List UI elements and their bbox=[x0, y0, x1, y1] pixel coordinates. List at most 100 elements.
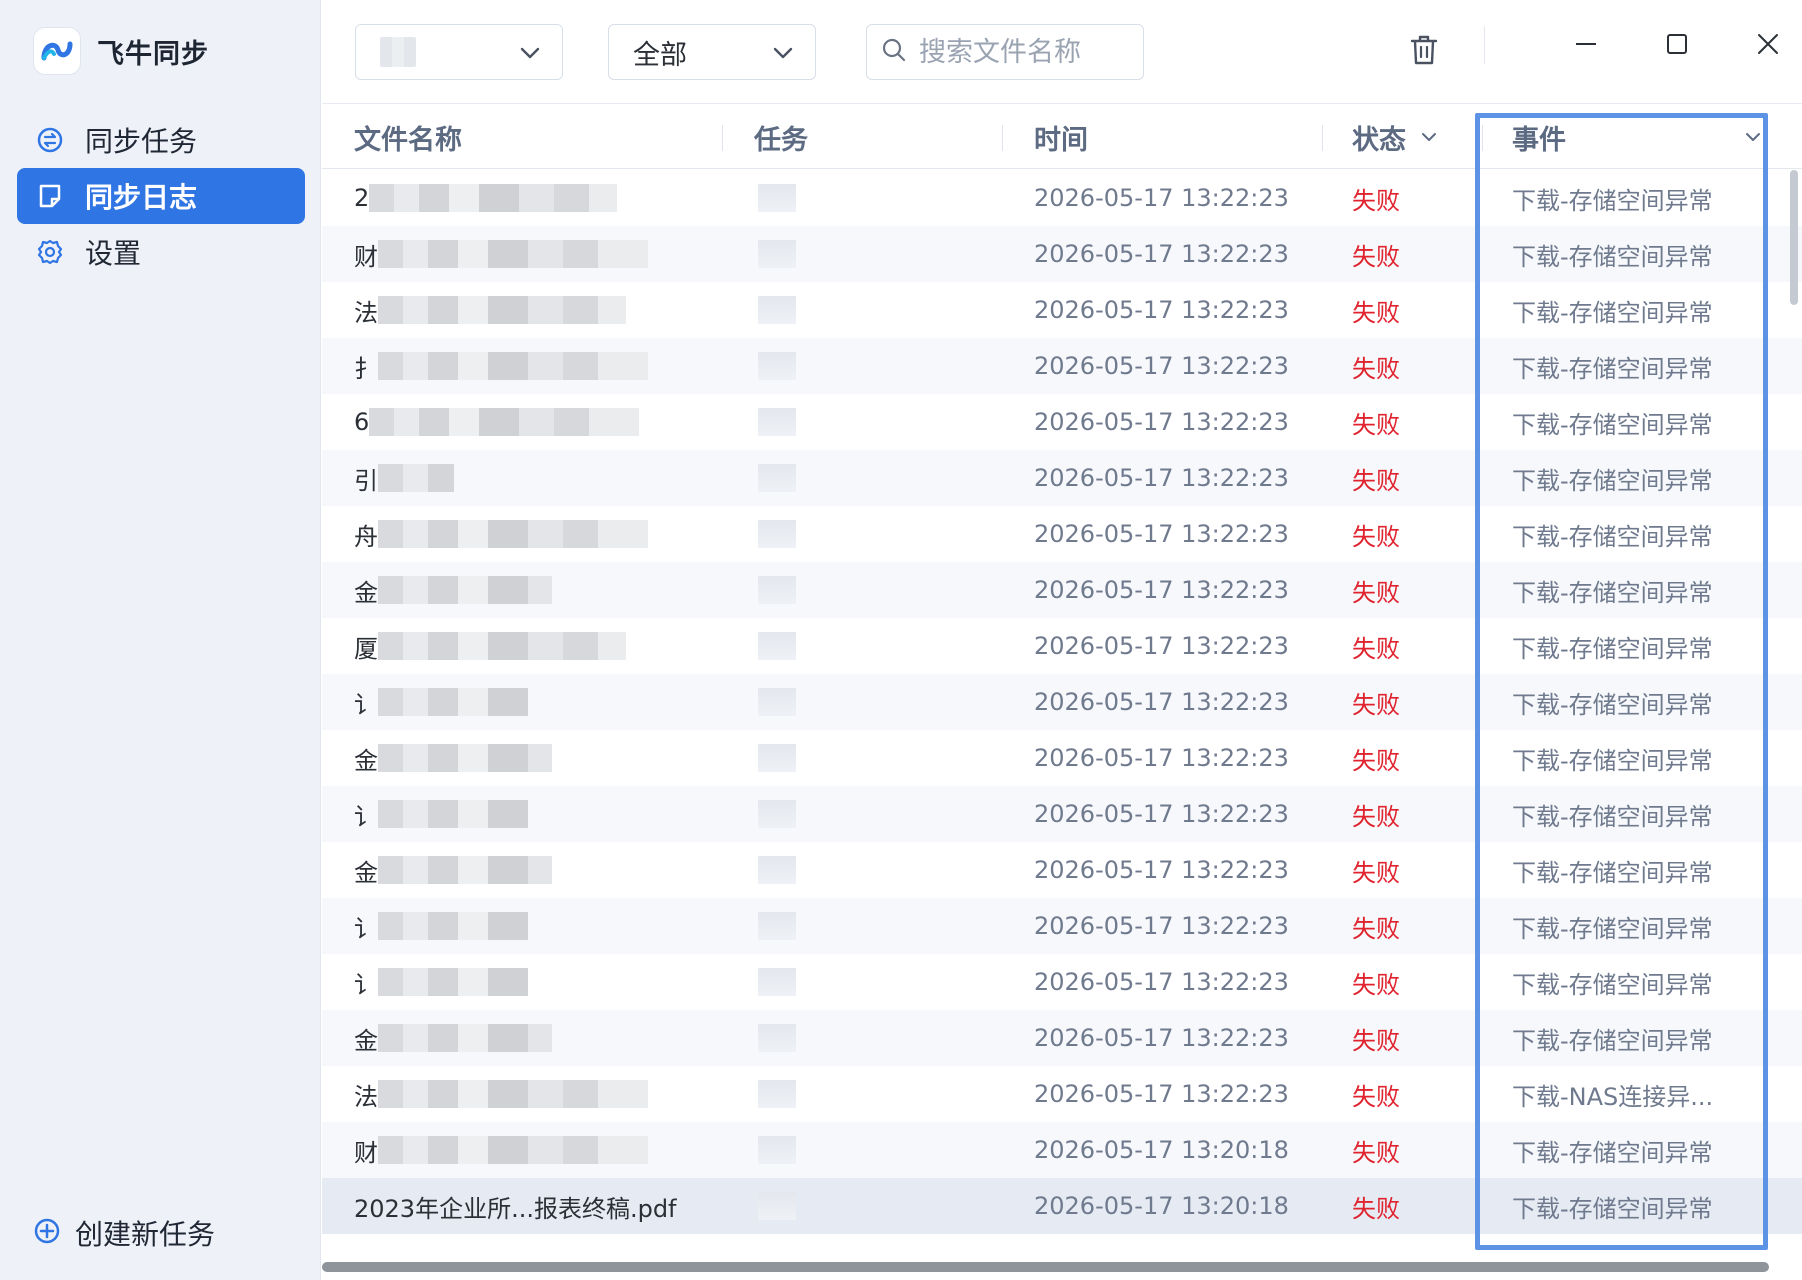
redacted-filename-mosaic bbox=[378, 240, 648, 268]
redacted-filename-mosaic bbox=[378, 744, 552, 772]
sidebar-item-label: 同步任务 bbox=[85, 125, 198, 158]
sidebar-item-settings[interactable]: 设置 bbox=[17, 224, 305, 280]
task-cell bbox=[754, 1178, 824, 1234]
column-divider[interactable] bbox=[1002, 125, 1003, 151]
task-cell bbox=[754, 674, 824, 730]
table-row[interactable]: 金 2026-05-17 13:22:23 失败 下载-存储空间异常 bbox=[322, 562, 1802, 618]
event-cell: 下载-存储空间异常 bbox=[1512, 1026, 1713, 1055]
task-cell bbox=[754, 1122, 824, 1178]
time-cell: 2026-05-17 13:22:23 bbox=[1034, 296, 1289, 324]
file-name-text: 扌 bbox=[354, 354, 378, 383]
file-name-cell: 金 bbox=[354, 562, 714, 618]
horizontal-scrollbar[interactable] bbox=[322, 1262, 1769, 1272]
time-cell: 2026-05-17 13:22:23 bbox=[1034, 800, 1289, 828]
redacted-task-mosaic bbox=[758, 520, 796, 548]
create-task-button[interactable]: 创建新任务 bbox=[33, 1213, 215, 1253]
column-header-status[interactable]: 状态 bbox=[1352, 105, 1438, 169]
close-icon[interactable] bbox=[1748, 24, 1788, 64]
file-name-text: 2 bbox=[354, 184, 370, 212]
redacted-filename-mosaic bbox=[378, 632, 626, 660]
redacted-filename-mosaic bbox=[369, 408, 640, 436]
file-name-text: 财 bbox=[354, 1138, 378, 1167]
task-cell bbox=[754, 338, 824, 394]
status-cell: 失败 bbox=[1352, 522, 1400, 551]
log-note-icon bbox=[35, 181, 65, 211]
column-header-task[interactable]: 任务 bbox=[754, 105, 808, 169]
chevron-down-icon bbox=[1420, 128, 1438, 146]
file-name-text: 6 bbox=[354, 408, 370, 436]
brand: 飞牛同步 bbox=[33, 27, 209, 75]
task-cell bbox=[754, 226, 824, 282]
redacted-task-mosaic bbox=[758, 464, 796, 492]
table-row[interactable]: 讠 2026-05-17 13:22:23 失败 下载-存储空间异常 bbox=[322, 786, 1802, 842]
trash-icon[interactable] bbox=[1404, 30, 1444, 70]
time-cell: 2026-05-17 13:22:23 bbox=[1034, 1024, 1289, 1052]
table-row[interactable]: 2 2026-05-17 13:22:23 失败 下载-存储空间异常 bbox=[322, 170, 1802, 226]
column-divider[interactable] bbox=[722, 125, 723, 151]
table-row[interactable]: 引 2026-05-17 13:22:23 失败 下载-存储空间异常 bbox=[322, 450, 1802, 506]
file-name-text: 法 bbox=[354, 1082, 378, 1111]
table-row[interactable]: 厦 2026-05-17 13:22:23 失败 下载-存储空间异常 bbox=[322, 618, 1802, 674]
column-header-time[interactable]: 时间 bbox=[1034, 105, 1088, 169]
redacted-task-mosaic bbox=[758, 632, 796, 660]
table-row[interactable]: 财 2026-05-17 13:22:23 失败 下载-存储空间异常 bbox=[322, 226, 1802, 282]
table-row[interactable]: 6 2026-05-17 13:22:23 失败 下载-存储空间异常 bbox=[322, 394, 1802, 450]
redacted-filename-mosaic bbox=[378, 296, 626, 324]
sidebar-item-label: 设置 bbox=[85, 237, 142, 270]
toolbar: 全部 bbox=[322, 0, 1802, 104]
vertical-scrollbar[interactable] bbox=[1790, 170, 1798, 305]
redacted-filename-mosaic bbox=[378, 800, 528, 828]
search-input[interactable] bbox=[919, 36, 1139, 68]
status-cell: 失败 bbox=[1352, 466, 1400, 495]
status-cell: 失败 bbox=[1352, 354, 1400, 383]
event-cell: 下载-NAS连接异... bbox=[1512, 1082, 1714, 1111]
table-row[interactable]: 讠 2026-05-17 13:22:23 失败 下载-存储空间异常 bbox=[322, 898, 1802, 954]
redacted-task-mosaic bbox=[758, 800, 796, 828]
time-cell: 2026-05-17 13:22:23 bbox=[1034, 912, 1289, 940]
event-cell: 下载-存储空间异常 bbox=[1512, 410, 1713, 439]
minimize-icon[interactable] bbox=[1566, 24, 1606, 64]
table-row[interactable]: 法 2026-05-17 13:22:23 失败 下载-NAS连接异... bbox=[322, 1066, 1802, 1122]
maximize-icon[interactable] bbox=[1657, 24, 1697, 64]
column-divider[interactable] bbox=[1482, 125, 1483, 151]
sidebar-item-sync-log[interactable]: 同步日志 bbox=[17, 168, 305, 224]
file-name-cell: 财 bbox=[354, 226, 714, 282]
column-header-event[interactable]: 事件 bbox=[1512, 105, 1762, 169]
file-name-cell: 引 bbox=[354, 450, 714, 506]
column-header-filename[interactable]: 文件名称 bbox=[354, 105, 462, 169]
table-row[interactable]: 金 2026-05-17 13:22:23 失败 下载-存储空间异常 bbox=[322, 842, 1802, 898]
table-row[interactable]: 金 2026-05-17 13:22:23 失败 下载-存储空间异常 bbox=[322, 1010, 1802, 1066]
file-name-cell: 扌 bbox=[354, 338, 714, 394]
table-row[interactable]: 金 2026-05-17 13:22:23 失败 下载-存储空间异常 bbox=[322, 730, 1802, 786]
table-row[interactable]: 2023年企业所...报表终稿.pdf 2026-05-17 13:20:18 失败… bbox=[322, 1178, 1802, 1234]
type-filter-select[interactable]: 全部 bbox=[608, 24, 816, 80]
event-cell: 下载-存储空间异常 bbox=[1512, 186, 1713, 215]
table-row[interactable]: 扌 2026-05-17 13:22:23 失败 下载-存储空间异常 bbox=[322, 338, 1802, 394]
sidebar-item-label: 同步日志 bbox=[85, 181, 198, 214]
sidebar-item-sync-tasks[interactable]: 同步任务 bbox=[17, 112, 305, 168]
table-row[interactable]: 舟 2026-05-17 13:22:23 失败 下载-存储空间异常 bbox=[322, 506, 1802, 562]
table-row[interactable]: 财 2026-05-17 13:20:18 失败 下载-存储空间异常 bbox=[322, 1122, 1802, 1178]
task-filter-select[interactable] bbox=[355, 24, 563, 80]
time-cell: 2026-05-17 13:22:23 bbox=[1034, 856, 1289, 884]
file-name-cell: 法 bbox=[354, 1066, 714, 1122]
task-cell bbox=[754, 842, 824, 898]
redacted-filename-mosaic bbox=[378, 1080, 648, 1108]
sidebar-nav: 同步任务 同步日志 设置 bbox=[17, 112, 305, 280]
status-cell: 失败 bbox=[1352, 634, 1400, 663]
task-cell bbox=[754, 562, 824, 618]
time-cell: 2026-05-17 13:22:23 bbox=[1034, 240, 1289, 268]
event-cell: 下载-存储空间异常 bbox=[1512, 746, 1713, 775]
table-row[interactable]: 讠 2026-05-17 13:22:23 失败 下载-存储空间异常 bbox=[322, 674, 1802, 730]
event-cell: 下载-存储空间异常 bbox=[1512, 354, 1713, 383]
status-cell: 失败 bbox=[1352, 1138, 1400, 1167]
redacted-filename-mosaic bbox=[378, 352, 648, 380]
file-name-cell: 2 bbox=[354, 170, 714, 226]
column-divider[interactable] bbox=[1322, 125, 1323, 151]
status-cell: 失败 bbox=[1352, 746, 1400, 775]
redacted-task-mosaic bbox=[758, 1080, 796, 1108]
time-cell: 2026-05-17 13:22:23 bbox=[1034, 576, 1289, 604]
chevron-down-icon bbox=[1744, 128, 1762, 146]
table-row[interactable]: 法 2026-05-17 13:22:23 失败 下载-存储空间异常 bbox=[322, 282, 1802, 338]
table-row[interactable]: 讠 2026-05-17 13:22:23 失败 下载-存储空间异常 bbox=[322, 954, 1802, 1010]
